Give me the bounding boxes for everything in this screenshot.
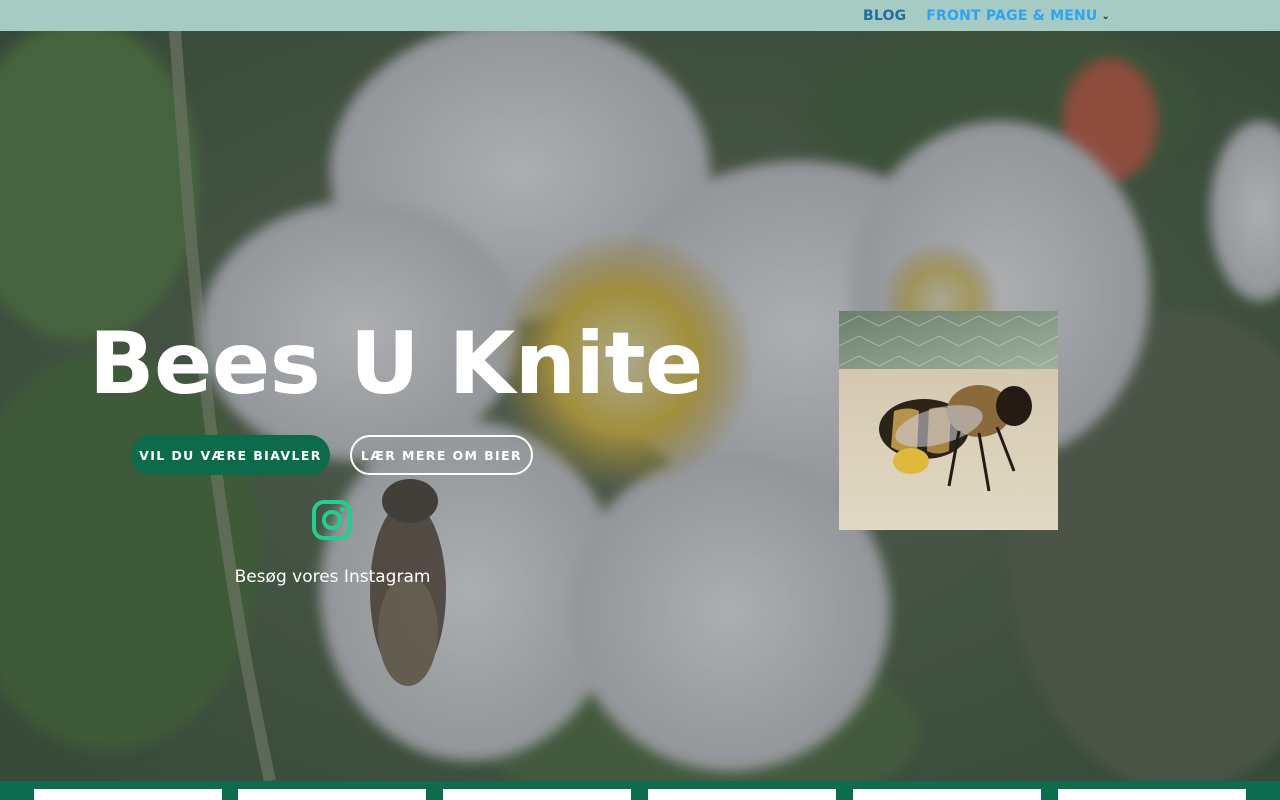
feature-card[interactable]	[443, 789, 631, 800]
nav-link-front-page-menu[interactable]: FRONT PAGE & MENU ⌄	[926, 8, 1110, 24]
nav-link-blog[interactable]: BLOG	[863, 8, 906, 24]
instagram-caption[interactable]: Besøg vores Instagram	[200, 567, 465, 587]
top-navigation-bar: BLOG FRONT PAGE & MENU ⌄	[0, 0, 1280, 31]
feature-card[interactable]	[238, 789, 426, 800]
main-nav: BLOG FRONT PAGE & MENU ⌄	[863, 0, 1110, 31]
hero-section: Bees U Knite VIL DU VÆRE BIAVLER LÆR MER…	[0, 31, 1280, 781]
nav-link-front-page-menu-label: FRONT PAGE & MENU	[926, 7, 1098, 24]
bee-photo	[839, 311, 1058, 530]
feature-card[interactable]	[34, 789, 222, 800]
learn-about-bees-button[interactable]: LÆR MERE OM BIER	[350, 435, 533, 475]
feature-card[interactable]	[1058, 789, 1246, 800]
feature-card[interactable]	[853, 789, 1041, 800]
become-beekeeper-button[interactable]: VIL DU VÆRE BIAVLER	[131, 435, 330, 475]
site-title: Bees U Knite	[89, 314, 703, 414]
instagram-icon[interactable]	[312, 500, 352, 540]
chevron-down-icon: ⌄	[1101, 10, 1111, 22]
feature-card[interactable]	[648, 789, 836, 800]
